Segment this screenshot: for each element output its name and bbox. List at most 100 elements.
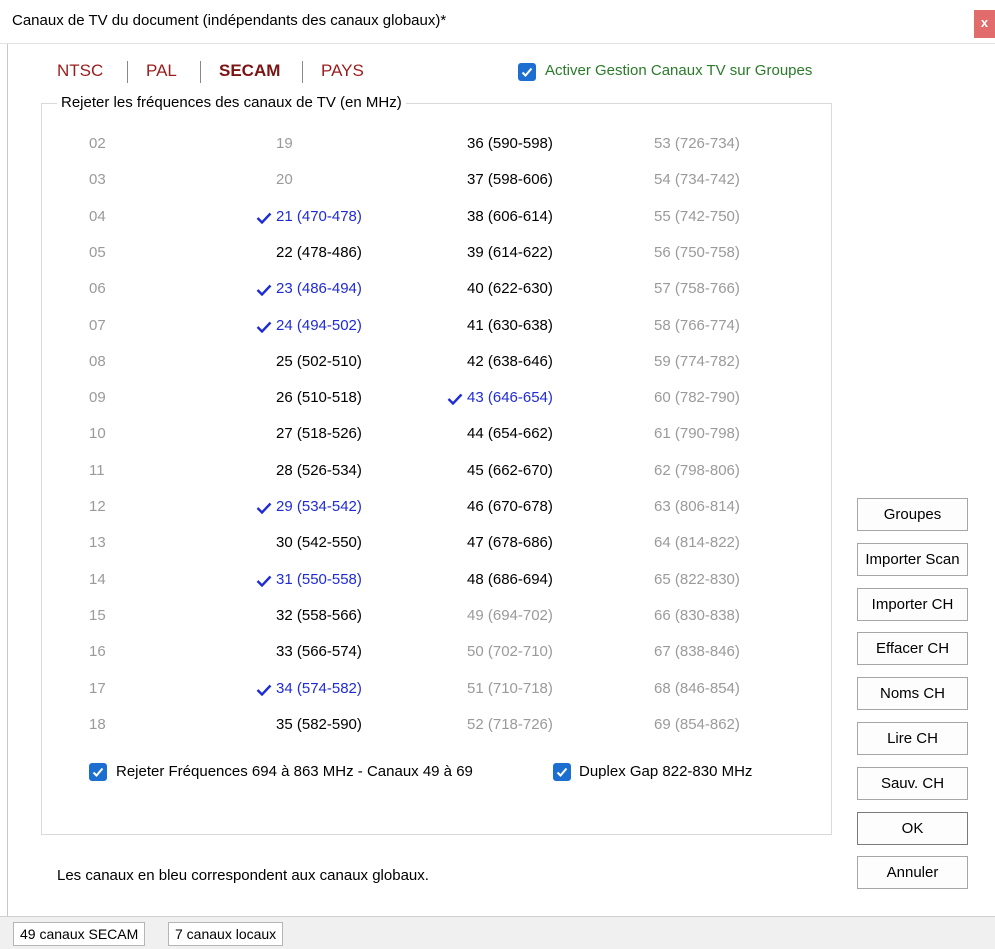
channel-64: 64 (814-822) xyxy=(654,534,740,551)
tab-pal[interactable]: PAL xyxy=(146,61,177,81)
noms-ch-button[interactable]: Noms CH xyxy=(857,677,968,710)
channel-18: 18 xyxy=(89,716,106,733)
channel-49: 49 (694-702) xyxy=(467,607,553,624)
duplex-gap-label: Duplex Gap 822-830 MHz xyxy=(579,763,753,780)
tab-separator xyxy=(200,61,201,83)
channel-53: 53 (726-734) xyxy=(654,135,740,152)
channel-35[interactable]: 35 (582-590) xyxy=(276,714,362,736)
channel-44[interactable]: 44 (654-662) xyxy=(467,423,553,445)
status-bar: 49 canaux SECAM 7 canaux locaux xyxy=(0,916,995,949)
channel-25[interactable]: 25 (502-510) xyxy=(276,351,362,373)
channel-51: 51 (710-718) xyxy=(467,680,553,697)
channel-50: 50 (702-710) xyxy=(467,643,553,660)
check-icon xyxy=(256,320,272,337)
ok-button[interactable]: OK xyxy=(857,812,968,845)
channel-29[interactable]: 29 (534-542) xyxy=(276,496,362,518)
channel-26[interactable]: 26 (510-518) xyxy=(276,387,362,409)
channel-19: 19 xyxy=(276,135,293,152)
channel-47[interactable]: 47 (678-686) xyxy=(467,532,553,554)
global-channels-note: Les canaux en bleu correspondent aux can… xyxy=(57,867,429,884)
channel-48[interactable]: 48 (686-694) xyxy=(467,569,553,591)
lire-ch-button[interactable]: Lire CH xyxy=(857,722,968,755)
channel-28[interactable]: 28 (526-534) xyxy=(276,460,362,482)
channel-65: 65 (822-830) xyxy=(654,571,740,588)
channel-41[interactable]: 41 (630-638) xyxy=(467,315,553,337)
close-button[interactable]: x xyxy=(974,10,995,38)
groupbox-legend: Rejeter les fréquences des canaux de TV … xyxy=(57,94,406,111)
sauv-ch-button[interactable]: Sauv. CH xyxy=(857,767,968,800)
effacer-ch-button[interactable]: Effacer CH xyxy=(857,632,968,665)
checkmark-icon xyxy=(92,767,104,777)
channel-33[interactable]: 33 (566-574) xyxy=(276,641,362,663)
channel-56: 56 (750-758) xyxy=(654,244,740,261)
channel-08: 08 xyxy=(89,353,106,370)
activer-label: Activer Gestion Canaux TV sur Groupes xyxy=(545,62,813,79)
channel-58: 58 (766-774) xyxy=(654,317,740,334)
importer-ch-button[interactable]: Importer CH xyxy=(857,588,968,621)
channel-45[interactable]: 45 (662-670) xyxy=(467,460,553,482)
window-title: Canaux de TV du document (indépendants d… xyxy=(12,12,447,29)
channel-31[interactable]: 31 (550-558) xyxy=(276,569,362,591)
channel-55: 55 (742-750) xyxy=(654,208,740,225)
channel-59: 59 (774-782) xyxy=(654,353,740,370)
channel-30[interactable]: 30 (542-550) xyxy=(276,532,362,554)
channel-32[interactable]: 32 (558-566) xyxy=(276,605,362,627)
title-bar: Canaux de TV du document (indépendants d… xyxy=(0,0,995,44)
tab-separator xyxy=(302,61,303,83)
channel-15: 15 xyxy=(89,607,106,624)
channel-36[interactable]: 36 (590-598) xyxy=(467,133,553,155)
channel-23[interactable]: 23 (486-494) xyxy=(276,278,362,300)
checkmark-icon xyxy=(521,67,533,77)
channel-60: 60 (782-790) xyxy=(654,389,740,406)
channel-10: 10 xyxy=(89,425,106,442)
check-icon xyxy=(256,501,272,518)
check-icon xyxy=(256,574,272,591)
status-local-count: 7 canaux locaux xyxy=(168,922,284,946)
channel-17: 17 xyxy=(89,680,106,697)
channel-43[interactable]: 43 (646-654) xyxy=(467,387,553,409)
channel-63: 63 (806-814) xyxy=(654,498,740,515)
channel-06: 06 xyxy=(89,280,106,297)
channel-22[interactable]: 22 (478-486) xyxy=(276,242,362,264)
channel-67: 67 (838-846) xyxy=(654,643,740,660)
channel-57: 57 (758-766) xyxy=(654,280,740,297)
channel-38[interactable]: 38 (606-614) xyxy=(467,206,553,228)
reject-frequencies-checkbox[interactable] xyxy=(89,763,107,781)
tab-pays[interactable]: PAYS xyxy=(321,61,364,81)
duplex-gap-checkbox[interactable] xyxy=(553,763,571,781)
channel-46[interactable]: 46 (670-678) xyxy=(467,496,553,518)
channel-12: 12 xyxy=(89,498,106,515)
channel-13: 13 xyxy=(89,534,106,551)
activer-checkbox[interactable] xyxy=(518,63,536,81)
channel-24[interactable]: 24 (494-502) xyxy=(276,315,362,337)
channel-62: 62 (798-806) xyxy=(654,462,740,479)
check-icon xyxy=(256,211,272,228)
channel-07: 07 xyxy=(89,317,106,334)
channel-11: 11 xyxy=(89,462,105,479)
channel-42[interactable]: 42 (638-646) xyxy=(467,351,553,373)
channel-20: 20 xyxy=(276,171,293,188)
channel-03: 03 xyxy=(89,171,106,188)
channel-09: 09 xyxy=(89,389,106,406)
channel-40[interactable]: 40 (622-630) xyxy=(467,278,553,300)
channel-39[interactable]: 39 (614-622) xyxy=(467,242,553,264)
channel-02: 02 xyxy=(89,135,106,152)
tab-secam[interactable]: SECAM xyxy=(219,61,280,81)
channel-61: 61 (790-798) xyxy=(654,425,740,442)
annuler-button[interactable]: Annuler xyxy=(857,856,968,889)
check-icon xyxy=(256,283,272,300)
tab-ntsc[interactable]: NTSC xyxy=(57,61,103,81)
tab-separator xyxy=(127,61,128,83)
check-icon xyxy=(256,683,272,700)
channel-34[interactable]: 34 (574-582) xyxy=(276,678,362,700)
channel-16: 16 xyxy=(89,643,106,660)
channel-37[interactable]: 37 (598-606) xyxy=(467,169,553,191)
check-icon xyxy=(447,392,463,409)
importer-scan-button[interactable]: Importer Scan xyxy=(857,543,968,576)
channel-27[interactable]: 27 (518-526) xyxy=(276,423,362,445)
status-secam-count: 49 canaux SECAM xyxy=(13,922,146,946)
channel-68: 68 (846-854) xyxy=(654,680,740,697)
groupes-button[interactable]: Groupes xyxy=(857,498,968,531)
channel-21[interactable]: 21 (470-478) xyxy=(276,206,362,228)
channel-69: 69 (854-862) xyxy=(654,716,740,733)
